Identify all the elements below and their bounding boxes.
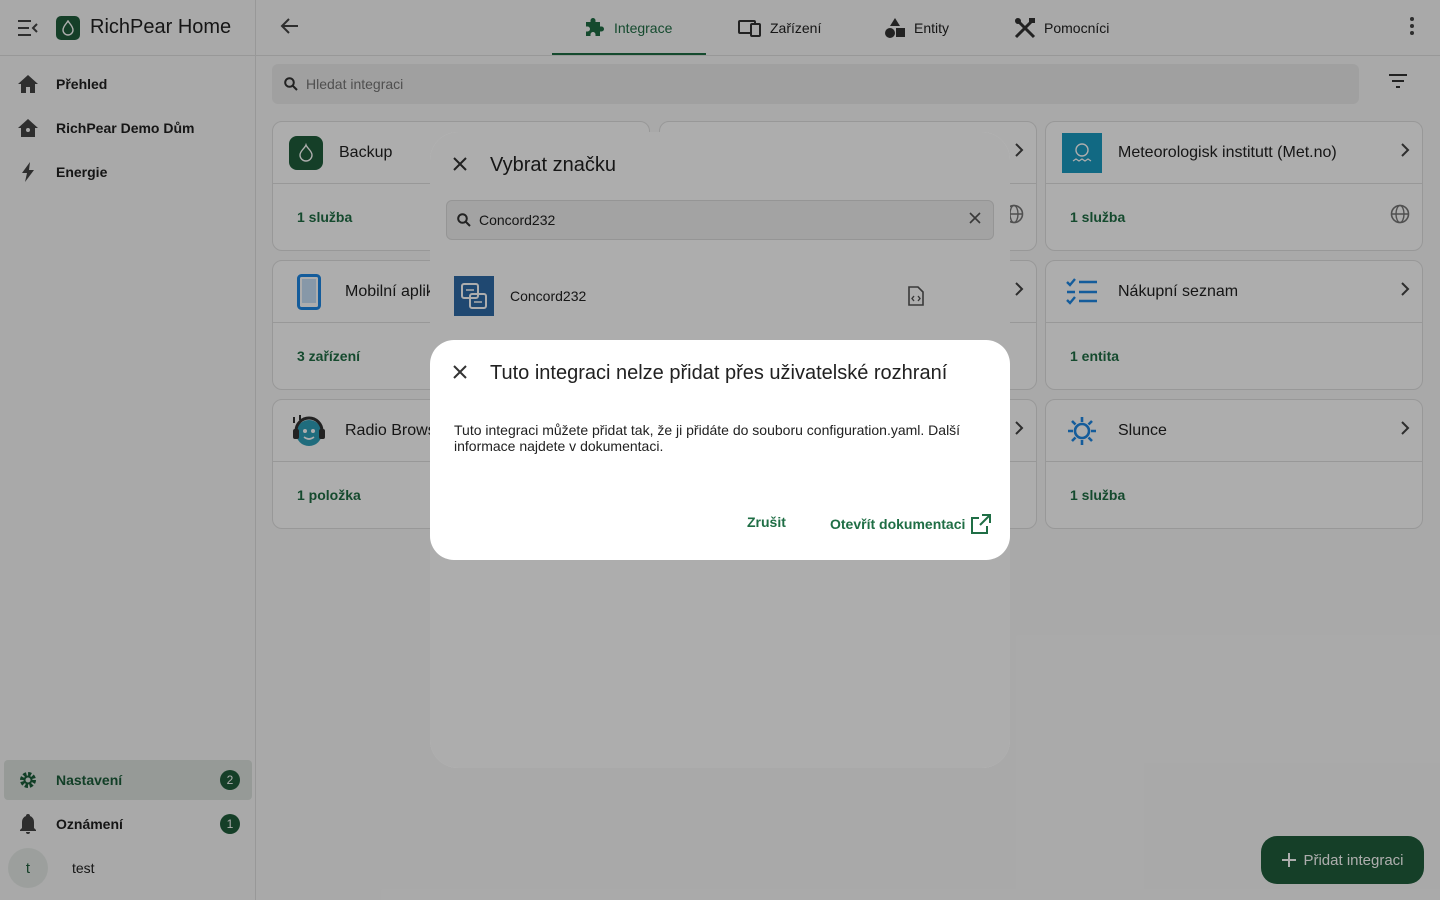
dialog-title: Tuto integraci nelze přidat přes uživate… (490, 362, 948, 384)
cannot-add-dialog: Tuto integraci nelze přidat přes uživate… (430, 340, 1010, 560)
open-in-new-icon (971, 514, 992, 534)
open-docs-button[interactable]: Otevřít dokumentaci (830, 514, 992, 534)
close-icon[interactable] (452, 364, 468, 385)
dialog-body: Tuto integraci můžete přidat tak, že ji … (454, 422, 961, 454)
open-docs-label: Otevřít dokumentaci (830, 516, 966, 532)
cancel-label: Zrušit (747, 514, 786, 530)
cancel-button[interactable]: Zrušit (747, 514, 786, 530)
